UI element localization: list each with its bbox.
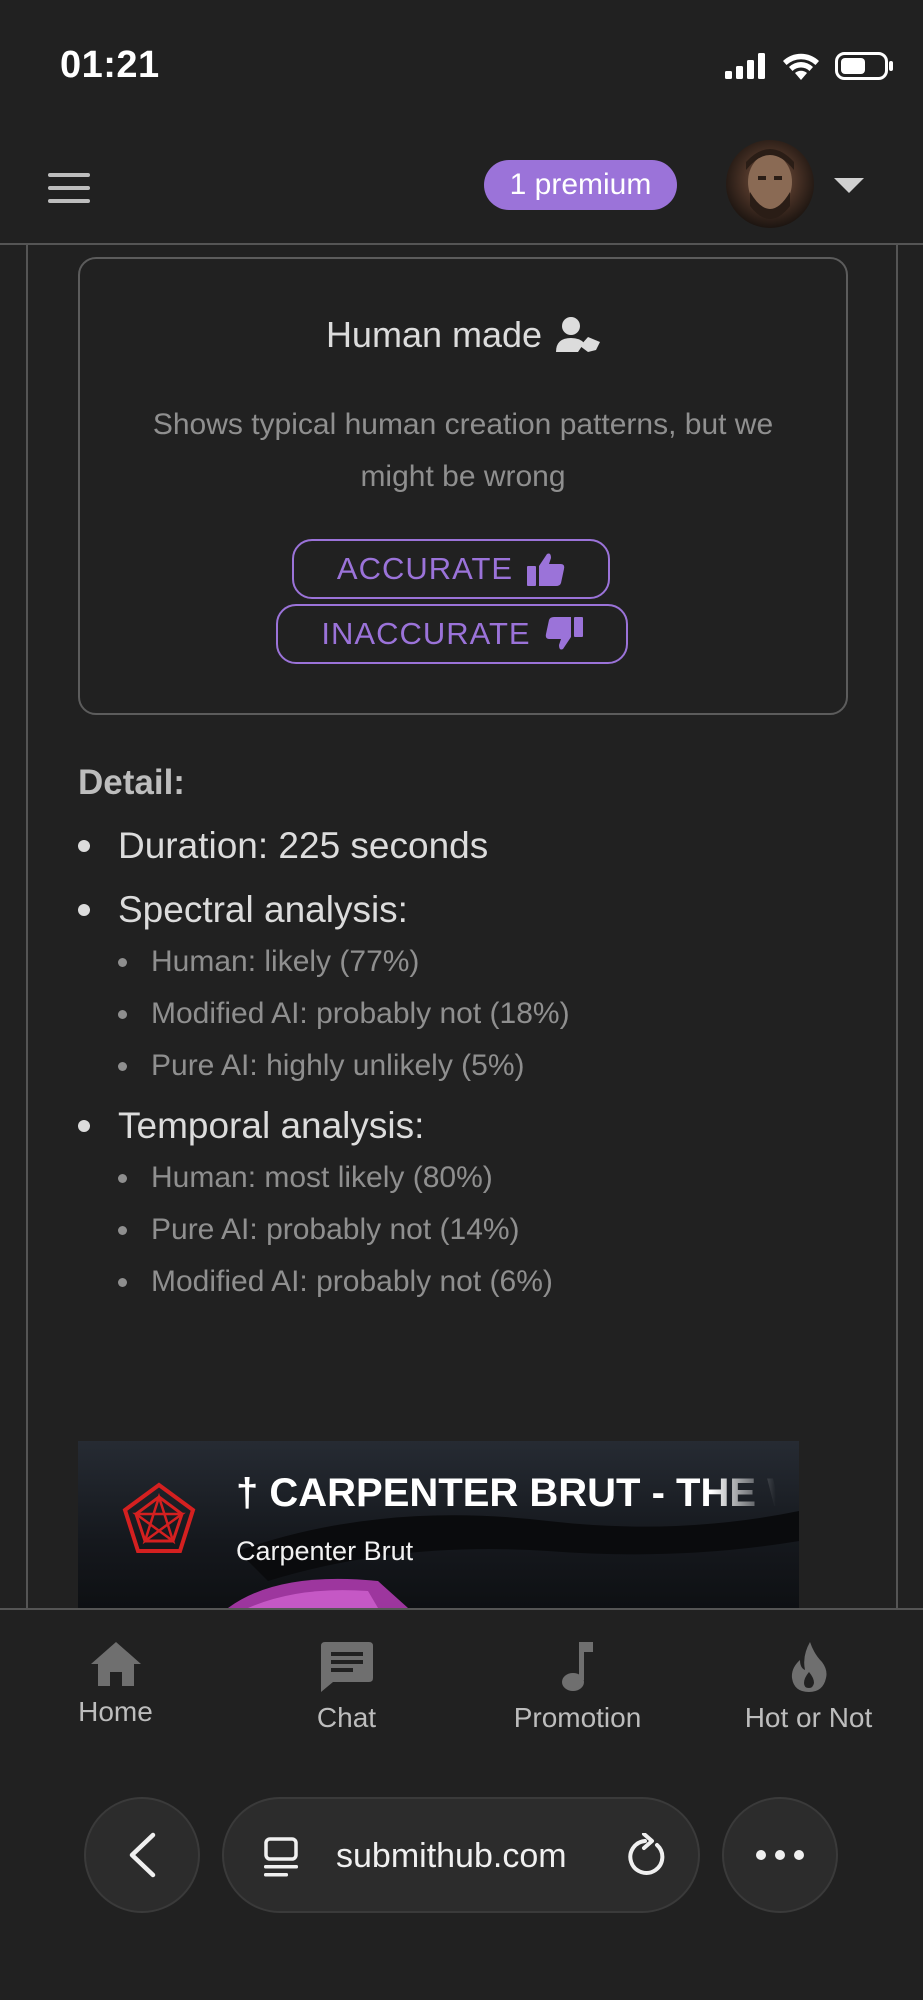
person-handshake-icon	[556, 317, 601, 352]
flame-icon	[791, 1642, 826, 1692]
result-card: Human made Shows typical human creation …	[78, 257, 848, 715]
cellular-signal-icon	[725, 53, 765, 79]
detail-duration: Duration: 225 seconds	[78, 825, 838, 867]
thumbs-down-icon	[545, 617, 583, 650]
browser-back-button[interactable]	[84, 1797, 200, 1913]
more-dots-icon	[756, 1850, 804, 1860]
detail-spectral: Spectral analysis: Human: likely (77%) M…	[78, 889, 838, 1083]
inaccurate-button[interactable]: INACCURATE	[276, 604, 628, 664]
status-icons	[725, 52, 893, 80]
spectral-label: Spectral analysis:	[118, 889, 408, 930]
embed-artist-name: Carpenter Brut	[236, 1536, 414, 1566]
url-text: submithub.com	[336, 1837, 567, 1875]
nav-label-home: Home	[78, 1696, 153, 1727]
music-note-icon	[561, 1642, 593, 1691]
result-title-text: Human made	[325, 314, 543, 355]
temporal-label: Temporal analysis:	[118, 1105, 425, 1146]
chat-icon	[320, 1642, 373, 1692]
nav-item-hot-or-not[interactable]: Hot or Not	[693, 1610, 923, 1750]
menu-icon[interactable]	[48, 173, 90, 203]
result-description: Shows typical human creation patterns, b…	[152, 408, 774, 493]
avatar-portrait-icon	[746, 149, 794, 219]
temporal-sub-list: Human: most likely (80%) Pure AI: probab…	[118, 1161, 838, 1299]
detail-list: Duration: 225 seconds Spectral analysis:…	[78, 825, 838, 1321]
wifi-icon	[783, 53, 819, 80]
reload-icon[interactable]	[624, 1833, 666, 1879]
app-header: 1 premium	[0, 130, 923, 245]
nav-label-promotion: Promotion	[513, 1702, 642, 1733]
browser-more-button[interactable]	[722, 1797, 838, 1913]
spectral-sub-list: Human: likely (77%) Modified AI: probabl…	[118, 945, 838, 1083]
chevron-left-icon	[129, 1832, 156, 1878]
detail-temporal: Temporal analysis: Human: most likely (8…	[78, 1105, 838, 1299]
main-content: Human made Shows typical human creation …	[26, 245, 898, 1608]
temporal-item: Human: most likely (80%)	[118, 1161, 838, 1195]
accurate-label: ACCURATE	[336, 551, 514, 586]
spectral-item: Modified AI: probably not (18%)	[118, 997, 838, 1031]
account-dropdown-caret-icon[interactable]	[834, 178, 864, 193]
temporal-item: Modified AI: probably not (6%)	[118, 1265, 838, 1299]
battery-icon	[835, 52, 893, 80]
accurate-button[interactable]: ACCURATE	[292, 539, 610, 599]
avatar[interactable]	[726, 140, 814, 228]
nav-item-chat[interactable]: Chat	[231, 1610, 462, 1750]
bottom-nav: Home Chat Promotion Hot or Not	[0, 1608, 923, 1750]
nav-label-hot-or-not: Hot or Not	[744, 1702, 873, 1733]
premium-badge[interactable]: 1 premium	[484, 160, 677, 210]
spectral-item: Pure AI: highly unlikely (5%)	[118, 1049, 838, 1083]
nav-item-home[interactable]: Home	[0, 1610, 231, 1750]
inaccurate-label: INACCURATE	[321, 616, 531, 651]
home-icon	[90, 1642, 141, 1686]
address-bar[interactable]: submithub.com	[222, 1797, 700, 1913]
embed-track-title: † CARPENTER BRUT - THE WIDOW MAKER	[236, 1471, 776, 1515]
temporal-item: Pure AI: probably not (14%)	[118, 1213, 838, 1247]
thumbs-up-icon	[527, 553, 565, 586]
nav-label-chat: Chat	[316, 1702, 377, 1733]
result-title: Human made	[80, 314, 846, 356]
detail-heading: Detail:	[78, 763, 185, 802]
pentagram-logo-icon	[122, 1482, 196, 1553]
nav-item-promotion[interactable]: Promotion	[462, 1610, 693, 1750]
status-time: 01:21	[60, 44, 160, 86]
spectral-item: Human: likely (77%)	[118, 945, 838, 979]
browser-toolbar: submithub.com	[0, 1750, 923, 2000]
tab-overview-icon	[264, 1837, 298, 1877]
status-bar: 01:21	[0, 0, 923, 130]
track-embed[interactable]: † CARPENTER BRUT - THE WIDOW MAKER Carpe…	[78, 1441, 799, 1608]
